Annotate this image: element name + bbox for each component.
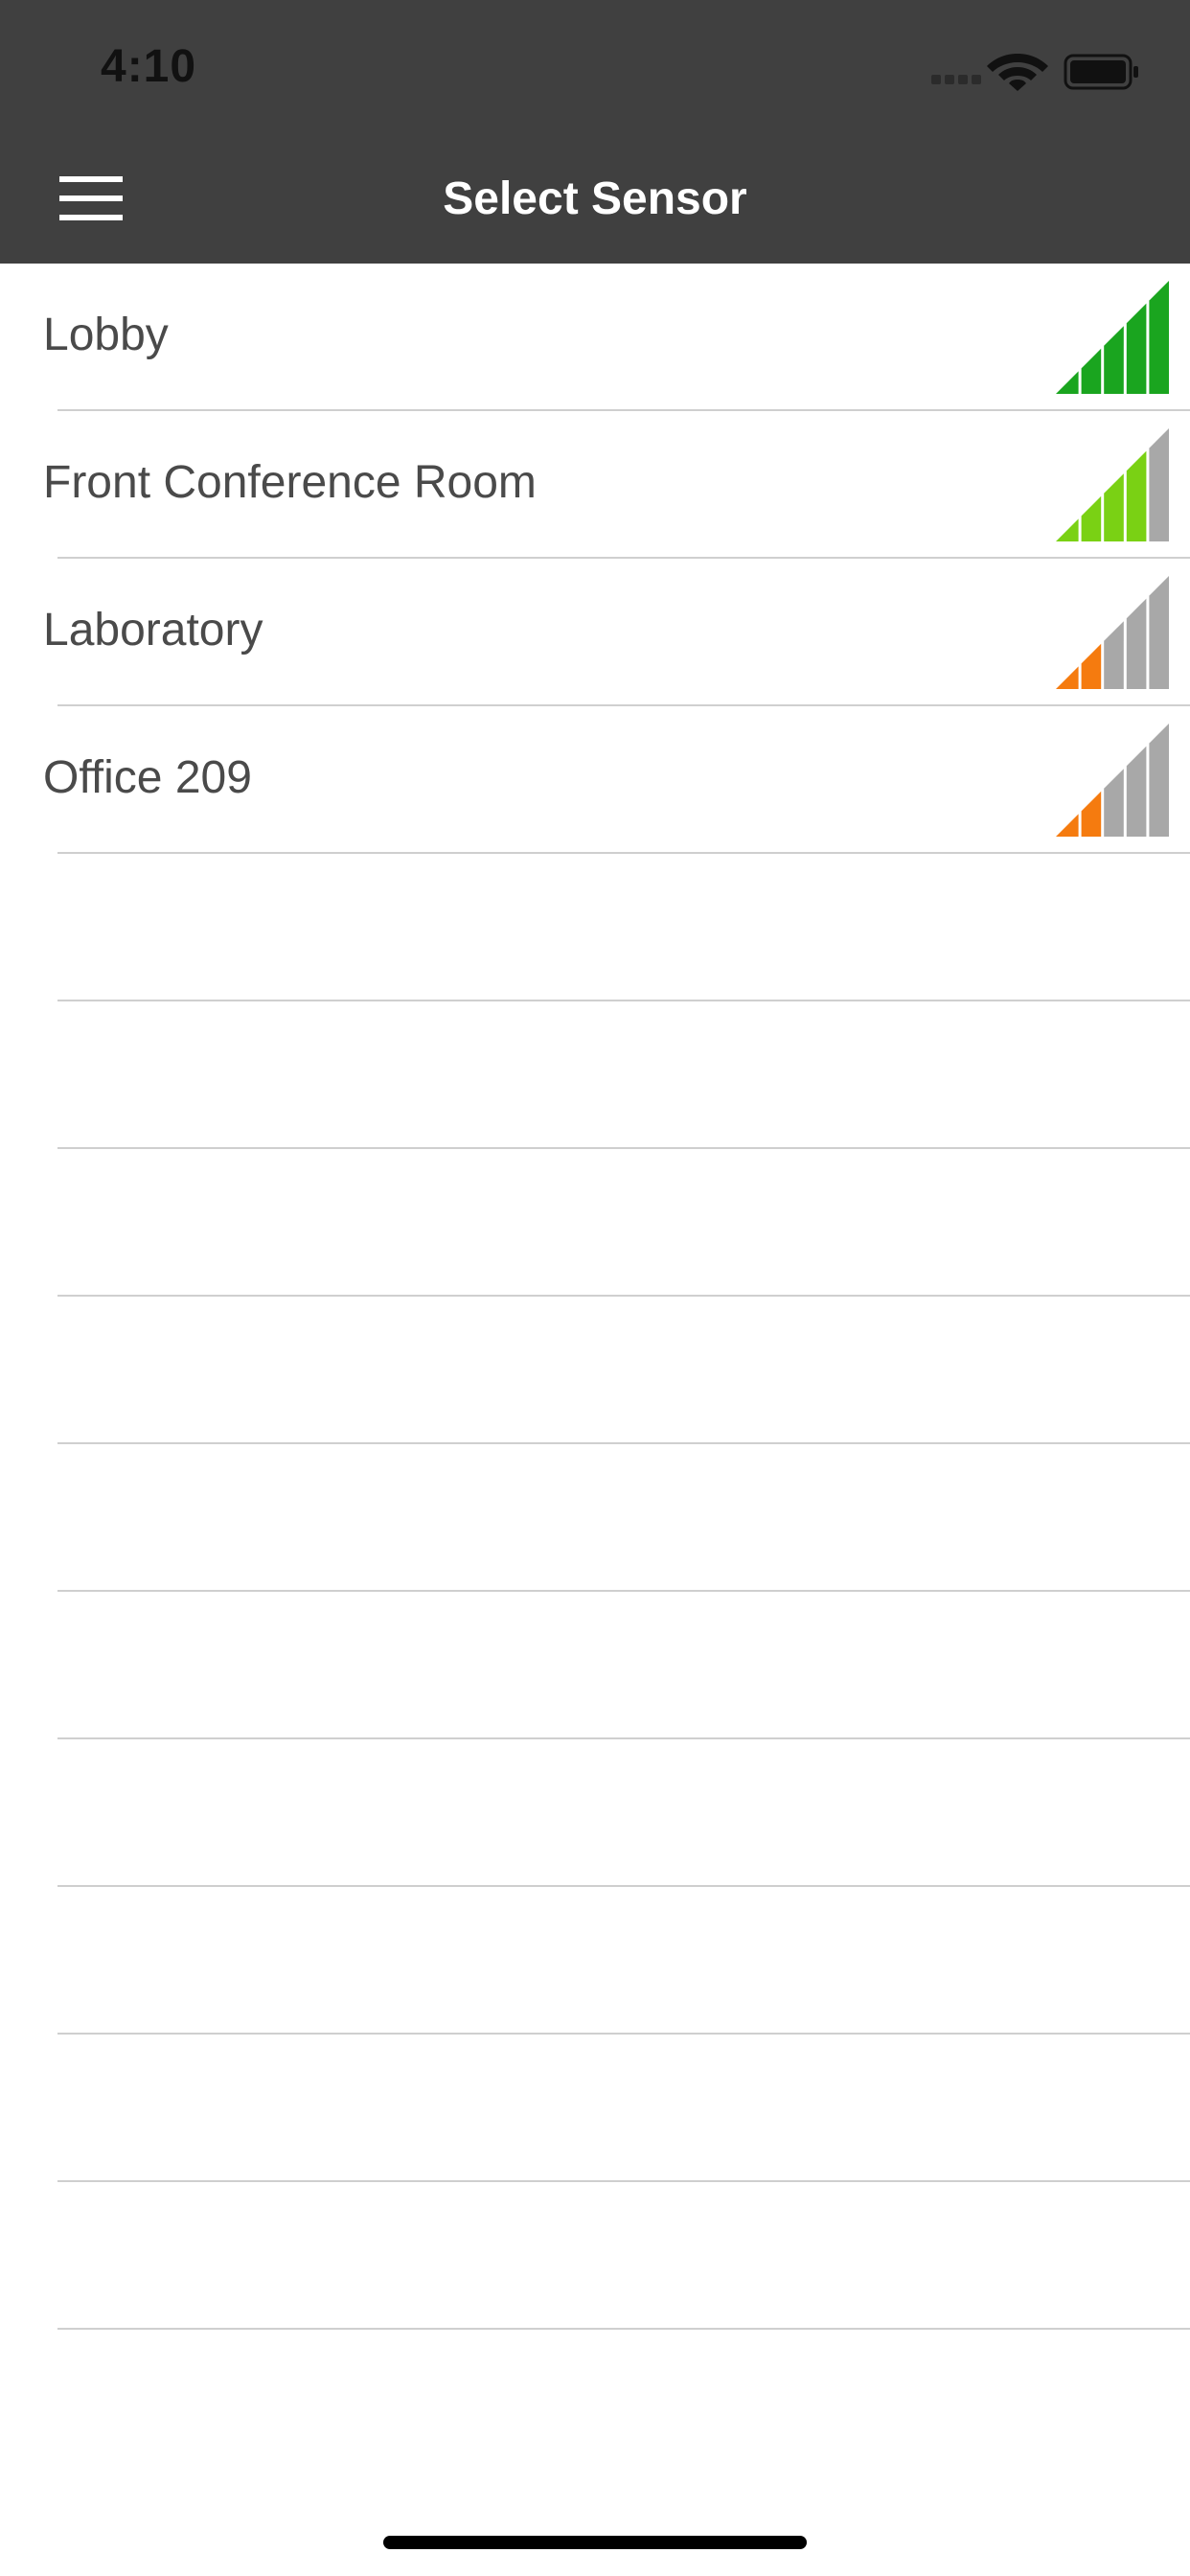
signal-bar-inactive <box>1126 598 1147 689</box>
signal-bar-inactive <box>1126 746 1147 837</box>
sensor-row[interactable]: Laboratory <box>0 559 1190 706</box>
signal-bar-active <box>1056 814 1079 837</box>
sensor-row[interactable]: Front Conference Room <box>0 411 1190 559</box>
battery-icon <box>1064 54 1138 90</box>
signal-bar-inactive <box>1104 621 1124 689</box>
page-title: Select Sensor <box>443 173 747 224</box>
empty-row <box>0 1297 1190 1444</box>
empty-row <box>0 1887 1190 2035</box>
status-icons <box>931 50 1142 92</box>
status-bar: 4:10 <box>0 0 1190 134</box>
empty-row <box>0 1739 1190 1887</box>
sensor-name: Lobby <box>43 310 169 360</box>
signal-strength-icon <box>1056 724 1169 837</box>
signal-bar-active <box>1081 791 1102 837</box>
signal-bar-active <box>1081 348 1102 394</box>
signal-bar-inactive <box>1149 576 1169 689</box>
signal-bar-active <box>1056 518 1079 541</box>
signal-bar-active <box>1081 643 1102 689</box>
signal-bar-inactive <box>1149 724 1169 837</box>
wifi-icon <box>987 54 1048 91</box>
signal-strength-icon <box>1056 576 1169 689</box>
home-indicator[interactable] <box>383 2536 807 2549</box>
empty-row <box>0 2182 1190 2330</box>
empty-row <box>0 1149 1190 1297</box>
empty-row <box>0 1444 1190 1592</box>
signal-bar-active <box>1104 326 1124 394</box>
signal-bar-active <box>1104 473 1124 541</box>
signal-bar-inactive <box>1149 428 1169 541</box>
sensor-name: Office 209 <box>43 752 252 803</box>
cellular-signal-icon <box>931 75 981 84</box>
sensor-name: Front Conference Room <box>43 457 537 508</box>
signal-bar-inactive <box>1104 769 1124 837</box>
signal-bar-active <box>1056 666 1079 689</box>
nav-bar: Select Sensor <box>0 134 1190 264</box>
empty-row-list <box>0 854 1190 2330</box>
empty-row <box>0 2035 1190 2182</box>
sensor-list: Lobby Front Conference Room Laboratory O… <box>0 264 1190 854</box>
status-icons-svg <box>931 54 1138 91</box>
sensor-name: Laboratory <box>43 605 263 656</box>
signal-bar-active <box>1149 281 1169 394</box>
status-time: 4:10 <box>101 41 197 92</box>
signal-bar-active <box>1126 450 1147 541</box>
sensor-row[interactable]: Office 209 <box>0 706 1190 854</box>
empty-row <box>0 1001 1190 1149</box>
sensor-row[interactable]: Lobby <box>0 264 1190 411</box>
signal-strength-icon <box>1056 281 1169 394</box>
empty-row <box>0 854 1190 1001</box>
empty-row <box>0 1592 1190 1739</box>
signal-strength-icon <box>1056 428 1169 541</box>
signal-bar-active <box>1126 303 1147 394</box>
signal-bar-active <box>1056 371 1079 394</box>
signal-bar-active <box>1081 495 1102 541</box>
